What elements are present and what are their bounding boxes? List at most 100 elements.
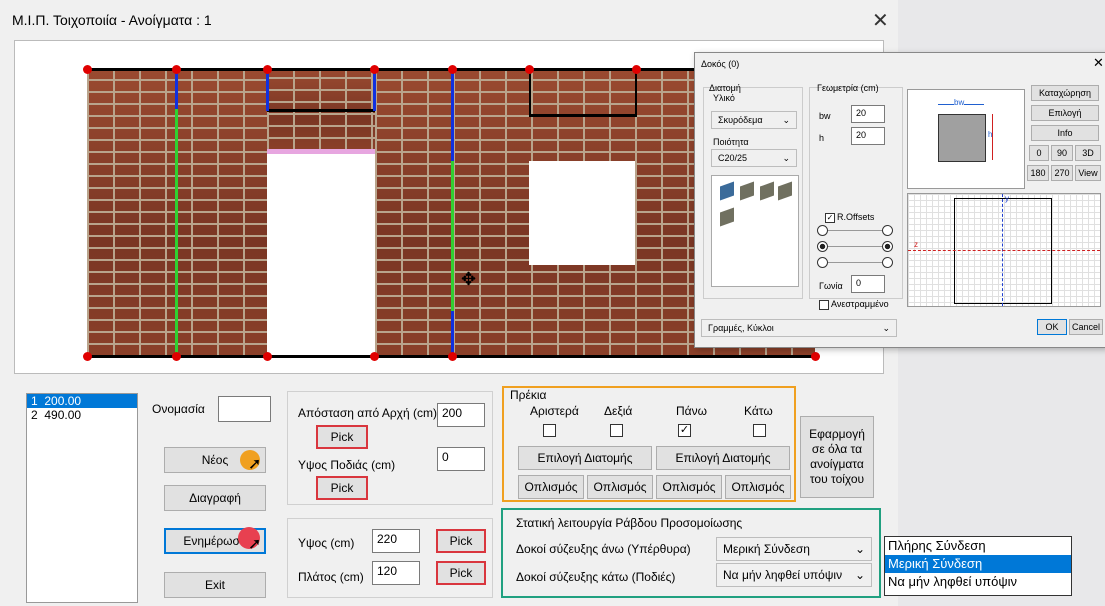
exit-button[interactable]: Exit <box>164 572 266 598</box>
node-point[interactable] <box>448 65 457 74</box>
quality-label: Ποιότητα <box>713 137 749 147</box>
material-select[interactable]: Σκυρόδεμα ⌄ <box>711 111 797 129</box>
reinforcement-button-2[interactable]: Οπλισμός <box>587 475 653 499</box>
info-button[interactable]: Info <box>1031 125 1099 141</box>
height-field[interactable]: 220 <box>372 529 420 553</box>
reinforcement-button-3[interactable]: Οπλισμός <box>656 475 722 499</box>
section-shape-gallery[interactable] <box>711 175 799 287</box>
angle-field[interactable]: 0 <box>851 275 885 293</box>
pick-width-button[interactable]: Pick <box>436 561 486 585</box>
section-icon-inv[interactable] <box>720 207 734 227</box>
coupling-dropdown-list[interactable]: Πλήρης Σύνδεση Μερική Σύνδεση Να μήν ληφ… <box>884 536 1072 596</box>
material-value: Σκυρόδεμα <box>718 115 763 125</box>
lintel-bottom-checkbox[interactable] <box>753 424 766 437</box>
node-point[interactable] <box>370 65 379 74</box>
list-item-value: 490.00 <box>44 408 82 422</box>
rotate-0-button[interactable]: 0 <box>1029 145 1049 161</box>
choose-button[interactable]: Επιλογή <box>1031 105 1099 121</box>
ok-button[interactable]: OK <box>1037 319 1067 335</box>
node-point[interactable] <box>370 352 379 361</box>
dropdown-option[interactable]: Πλήρης Σύνδεση <box>885 537 1071 555</box>
section-icon-l[interactable] <box>760 181 774 201</box>
section-icon-t[interactable] <box>740 181 754 201</box>
dropdown-option-selected[interactable]: Μερική Σύνδεση <box>885 555 1071 573</box>
section-icon-rect[interactable] <box>720 181 734 201</box>
node-point[interactable] <box>172 352 181 361</box>
lintel-col-right: Δεξιά <box>604 404 633 418</box>
reinforcement-button-1[interactable]: Οπλισμός <box>518 475 584 499</box>
offset-radio[interactable] <box>882 257 893 268</box>
offset-radio[interactable] <box>817 225 828 236</box>
view-button[interactable]: View <box>1075 165 1101 181</box>
section-select-button-right[interactable]: Επιλογή Διατομής <box>656 446 790 470</box>
dialog-close-icon[interactable]: ✕ <box>1093 55 1104 71</box>
z-axis-line <box>908 250 1100 251</box>
list-item[interactable]: 1 200.00 <box>27 394 137 408</box>
lower-coupling-select[interactable]: Να μήν ληφθεί υπόψιν ⌄ <box>716 563 872 587</box>
apply-all-button[interactable]: Εφαρμογή σε όλα τα ανοίγματα του τοίχου <box>800 416 874 498</box>
preview-z-label: z <box>914 240 918 249</box>
upper-window-right <box>635 69 637 115</box>
lintel-right-checkbox[interactable] <box>610 424 623 437</box>
offset-slider-1[interactable] <box>821 230 887 231</box>
sill-field[interactable]: 0 <box>437 447 485 471</box>
view-3d-label: 3D <box>1082 148 1094 158</box>
list-item[interactable]: 2 490.00 <box>27 408 137 422</box>
node-point[interactable] <box>448 352 457 361</box>
pick-label: Pick <box>449 566 473 580</box>
offset-radio-selected[interactable] <box>882 241 893 252</box>
bw-label: bw <box>819 111 831 121</box>
roffsets-checkbox[interactable]: ✓ <box>825 213 835 223</box>
node-point[interactable] <box>263 352 272 361</box>
section-icon-i[interactable] <box>778 181 792 201</box>
node-point[interactable] <box>263 65 272 74</box>
reinforcement-button-4[interactable]: Οπλισμός <box>725 475 791 499</box>
rotate-270-button[interactable]: 270 <box>1051 165 1073 181</box>
lintel-left-checkbox[interactable] <box>543 424 556 437</box>
bw-field[interactable]: 20 <box>851 105 885 123</box>
list-item-value: 200.00 <box>44 394 82 408</box>
close-icon[interactable]: ✕ <box>872 8 889 33</box>
section-select-button-left[interactable]: Επιλογή Διατομής <box>518 446 652 470</box>
node-point[interactable] <box>811 352 820 361</box>
lines-circles-value: Γραμμές, Κύκλοι <box>708 323 774 333</box>
pick-height-button[interactable]: Pick <box>436 529 486 553</box>
offset-slider-2[interactable] <box>821 246 887 247</box>
offset-radio[interactable] <box>817 257 828 268</box>
cancel-button[interactable]: Cancel <box>1069 319 1103 335</box>
offset-radio[interactable] <box>882 225 893 236</box>
upper-window-line <box>529 114 637 117</box>
offset-radio-selected[interactable] <box>817 241 828 252</box>
lintel-col-bottom: Κάτω <box>744 404 773 418</box>
naming-field[interactable] <box>218 396 271 422</box>
window-opening[interactable] <box>529 161 635 265</box>
blue-column-1 <box>175 69 178 109</box>
node-point[interactable] <box>525 65 534 74</box>
lintel-top-checkbox[interactable]: ✓ <box>678 424 691 437</box>
register-button[interactable]: Καταχώρηση <box>1031 85 1099 101</box>
rotate-90-button[interactable]: 90 <box>1051 145 1073 161</box>
node-point[interactable] <box>83 352 92 361</box>
rotate-180-button[interactable]: 180 <box>1027 165 1049 181</box>
delete-button-label: Διαγραφή <box>189 491 241 505</box>
pick-distance-button[interactable]: Pick <box>316 425 368 449</box>
node-point[interactable] <box>172 65 181 74</box>
delete-button[interactable]: Διαγραφή <box>164 485 266 511</box>
lintel-title: Πρέκια <box>510 388 547 402</box>
angle-label: Γωνία <box>819 281 843 291</box>
dropdown-option[interactable]: Να μήν ληφθεί υπόψιν <box>885 573 1071 591</box>
offset-slider-3[interactable] <box>821 262 887 263</box>
view-3d-button[interactable]: 3D <box>1075 145 1101 161</box>
node-point[interactable] <box>632 65 641 74</box>
lines-circles-select[interactable]: Γραμμές, Κύκλοι ⌄ <box>701 319 897 337</box>
quality-select[interactable]: C20/25 ⌄ <box>711 149 797 167</box>
node-point[interactable] <box>83 65 92 74</box>
upper-coupling-select[interactable]: Μερική Σύνδεση ⌄ <box>716 537 872 561</box>
openings-list[interactable]: 1 200.00 2 490.00 <box>26 393 138 603</box>
h-field[interactable]: 20 <box>851 127 885 145</box>
pick-sill-button[interactable]: Pick <box>316 476 368 500</box>
inverted-checkbox[interactable] <box>819 300 829 310</box>
distance-field[interactable]: 200 <box>437 403 485 427</box>
width-field[interactable]: 120 <box>372 561 420 585</box>
register-label: Καταχώρηση <box>1039 88 1091 98</box>
